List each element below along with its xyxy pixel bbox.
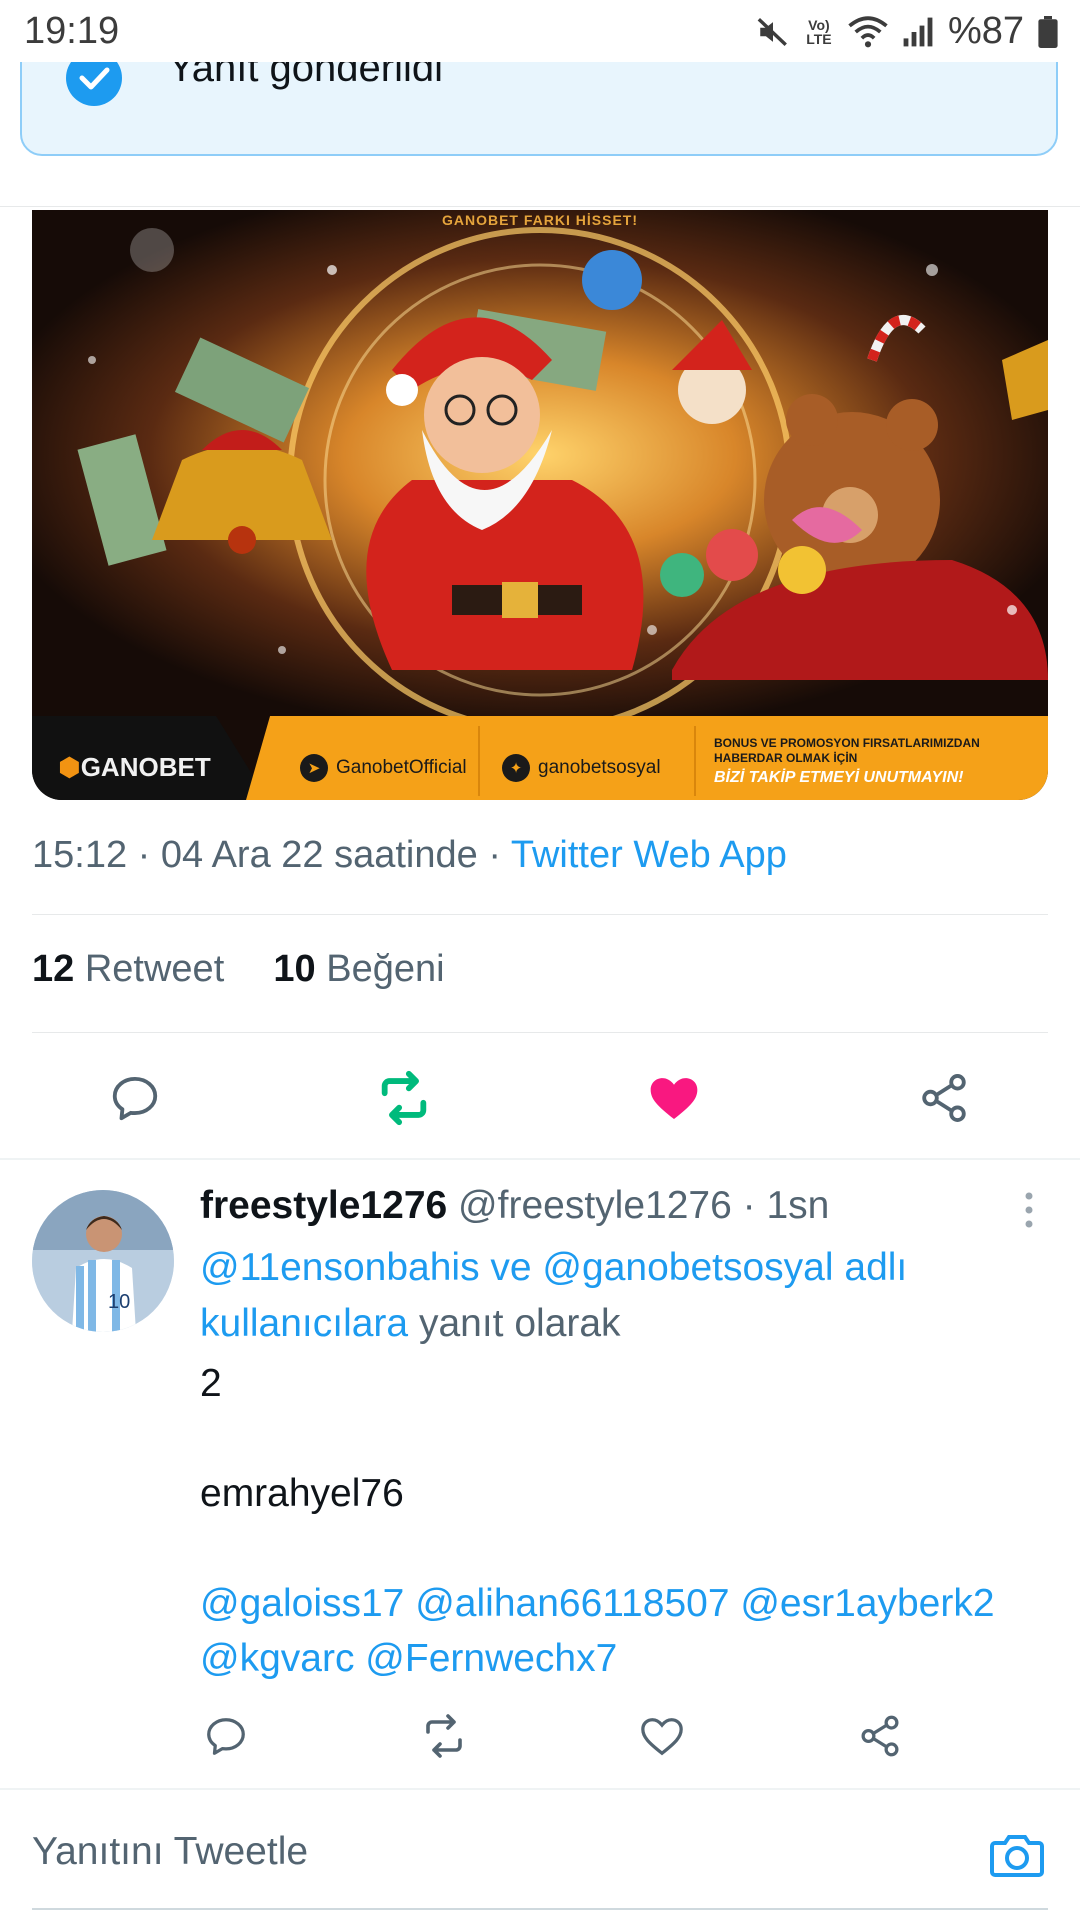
like-button[interactable]: [642, 1066, 706, 1130]
volte-icon: Vo) LTE: [806, 16, 832, 47]
retweet-icon: [426, 1714, 462, 1758]
banner-divider: [694, 726, 696, 796]
status-icons: Vo) LTE %87: [756, 10, 1058, 53]
promo-text: BONUS VE PROMOSYON FIRSATLARIMIZDAN HABE…: [714, 736, 980, 786]
promo-artwork: [32, 210, 1048, 720]
reply-display-name[interactable]: freestyle1276: [200, 1184, 447, 1227]
divider: [0, 1158, 1080, 1160]
retweet-button[interactable]: [372, 1066, 436, 1130]
promo-tagline: GANOBET FARKI HİSSET!: [441, 212, 638, 228]
share-icon: [861, 1715, 899, 1757]
twitter-bird-icon: ✦: [502, 754, 530, 782]
divider: [0, 1788, 1080, 1790]
tweet-source-link[interactable]: Twitter Web App: [511, 834, 787, 876]
status-bar: 19:19 Vo) LTE %87: [0, 0, 1080, 62]
likes-stat[interactable]: 10 Beğeni: [273, 948, 444, 990]
reply-icon: [112, 1076, 158, 1121]
reply-handle-time: @freestyle1276 · 1sn: [458, 1184, 830, 1227]
reply-text: 2 emrahyel76 @galoiss17 @alihan66118507 …: [200, 1356, 1040, 1686]
battery-icon: [1038, 15, 1058, 48]
reply-like-button[interactable]: [636, 1710, 688, 1762]
reply-reply-button[interactable]: [200, 1710, 252, 1762]
brand-logo: ⬢GANOBET: [58, 752, 211, 782]
like-icon: [641, 1718, 683, 1756]
more-options-button[interactable]: [1014, 1188, 1044, 1232]
retweets-stat[interactable]: 12 Retweet: [32, 948, 224, 990]
twitter-handle: ✦ ganobetsosyal: [502, 754, 661, 782]
svg-text:10: 10: [108, 1291, 130, 1313]
banner-divider: [478, 726, 480, 796]
camera-icon: [990, 1835, 1044, 1877]
more-icon: [1025, 1192, 1033, 1228]
wifi-icon: [848, 15, 888, 47]
divider: [32, 1032, 1048, 1033]
reply-line: 2: [200, 1362, 222, 1405]
reply-line: emrahyel76: [200, 1472, 404, 1515]
battery-percent: %87: [947, 10, 1024, 52]
signal-icon: [903, 17, 933, 46]
divider: [0, 206, 1080, 207]
share-icon: [922, 1074, 966, 1122]
status-time: 19:19: [24, 10, 120, 52]
divider: [32, 914, 1048, 915]
reply-share-button[interactable]: [854, 1710, 906, 1762]
tweet-image[interactable]: GANOBET FARKI HİSSET! ⬢GANOBET ➤ Ganobet…: [32, 210, 1048, 800]
share-button[interactable]: [912, 1066, 976, 1130]
like-icon: [650, 1078, 698, 1119]
tweet-timestamp: 15:12 · 04 Ara 22 saatinde · Twitter Web…: [32, 834, 787, 876]
reply-header: freestyle1276 @freestyle1276 · 1sn: [200, 1184, 829, 1228]
reply-composer-input[interactable]: Yanıtını Tweetle: [32, 1830, 308, 1874]
mute-icon: [757, 17, 787, 46]
camera-button[interactable]: [986, 1824, 1048, 1886]
avatar[interactable]: 10: [32, 1190, 174, 1332]
reply-context: @11ensonbahis ve @ganobetsosyal adlı kul…: [200, 1240, 1020, 1352]
promo-banner: ⬢GANOBET ➤ GanobetOfficial ✦ ganobetsosy…: [32, 716, 1048, 800]
reply-button[interactable]: [103, 1066, 167, 1130]
reply-to-label: yanıt olarak: [418, 1302, 621, 1345]
composer-underline: [32, 1908, 1048, 1910]
reply-retweet-button[interactable]: [418, 1710, 470, 1762]
retweet-icon: [381, 1070, 427, 1126]
reply-icon: [207, 1718, 245, 1755]
tweet-stats: 12 Retweet 10 Beğeni: [32, 948, 445, 991]
telegram-icon: ➤: [300, 754, 328, 782]
telegram-handle: ➤ GanobetOfficial: [300, 754, 467, 782]
reply-mentions[interactable]: @galoiss17 @alihan66118507 @esr1ayberk2 …: [200, 1576, 1040, 1686]
